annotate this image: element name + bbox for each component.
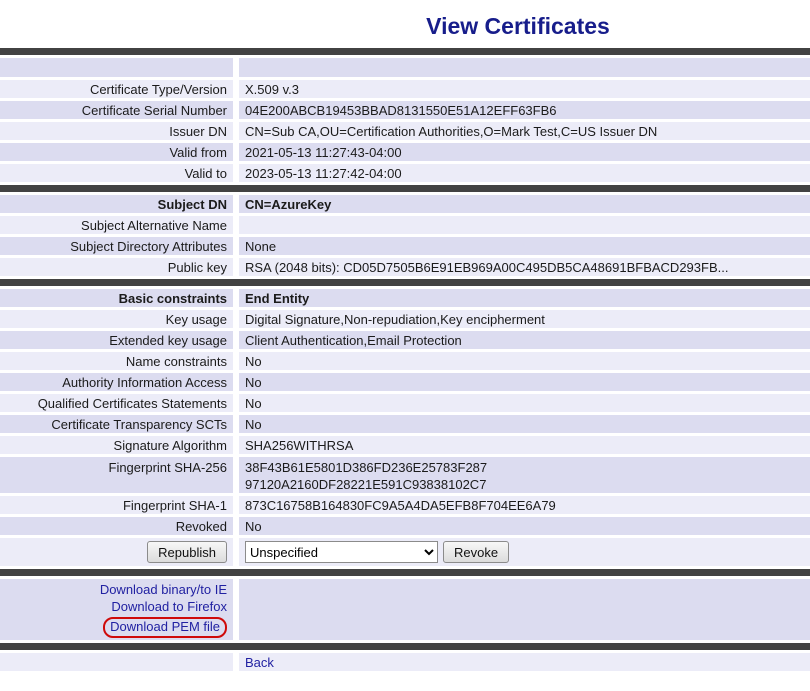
fingerprint-sha256-label: Fingerprint SHA-256 xyxy=(0,457,233,493)
key-usage-value: Digital Signature,Non-repudiation,Key en… xyxy=(239,310,810,328)
subject-directory-attributes-label: Subject Directory Attributes xyxy=(0,237,233,255)
row-certificate-serial-number: Certificate Serial Number 04E200ABCB1945… xyxy=(0,101,810,119)
valid-to-label: Valid to xyxy=(0,164,233,182)
authority-information-access-label: Authority Information Access xyxy=(0,373,233,391)
section-separator-downloads xyxy=(0,569,810,576)
page-title: View Certificates xyxy=(113,11,810,41)
revoked-label: Revoked xyxy=(0,517,233,535)
subject-alternative-name-label: Subject Alternative Name xyxy=(0,216,233,234)
fingerprint-sha1-value: 873C16758B164830FC9A5A4DA5EFB8F704EE6A79 xyxy=(239,496,810,514)
subject-dn-value: CN=AzureKey xyxy=(239,195,810,213)
valid-from-label: Valid from xyxy=(0,143,233,161)
download-firefox-link[interactable]: Download to Firefox xyxy=(6,599,227,615)
certificate-type-version-value: X.509 v.3 xyxy=(239,80,810,98)
certificate-transparency-scts-label: Certificate Transparency SCTs xyxy=(0,415,233,433)
spacer-cell-left xyxy=(0,58,233,77)
certificate-serial-number-label: Certificate Serial Number xyxy=(0,101,233,119)
name-constraints-label: Name constraints xyxy=(0,352,233,370)
extended-key-usage-value: Client Authentication,Email Protection xyxy=(239,331,810,349)
extended-key-usage-label: Extended key usage xyxy=(0,331,233,349)
row-certificate-transparency-scts: Certificate Transparency SCTs No xyxy=(0,415,810,433)
section-separator-constraints xyxy=(0,279,810,286)
downloads-empty-cell xyxy=(239,579,810,640)
republish-cell: Republish xyxy=(0,538,233,566)
separator-bar xyxy=(0,48,810,55)
back-empty-cell xyxy=(0,653,233,671)
row-fingerprint-sha256: Fingerprint SHA-256 38F43B61E5801D386FD2… xyxy=(0,457,810,493)
separator-bar xyxy=(0,569,810,576)
separator-bar xyxy=(0,279,810,286)
public-key-label: Public key xyxy=(0,258,233,276)
separator-bar xyxy=(0,643,810,650)
certificate-type-version-label: Certificate Type/Version xyxy=(0,80,233,98)
pem-annotation-ring: Download PEM file xyxy=(103,617,227,638)
back-link[interactable]: Back xyxy=(245,655,274,670)
key-usage-label: Key usage xyxy=(0,310,233,328)
download-links-cell: Download binary/to IE Download to Firefo… xyxy=(0,579,233,640)
row-valid-to: Valid to 2023-05-13 11:27:42-04:00 xyxy=(0,164,810,182)
public-key-value: RSA (2048 bits): CD05D7505B6E91EB969A00C… xyxy=(239,258,810,276)
row-fingerprint-sha1: Fingerprint SHA-1 873C16758B164830FC9A5A… xyxy=(0,496,810,514)
row-valid-from: Valid from 2021-05-13 11:27:43-04:00 xyxy=(0,143,810,161)
certificate-transparency-scts-value: No xyxy=(239,415,810,433)
back-cell: Back xyxy=(239,653,810,671)
row-downloads: Download binary/to IE Download to Firefo… xyxy=(0,579,810,640)
fingerprint-sha256-line1: 38F43B61E5801D386FD236E25783F287 xyxy=(245,459,804,476)
row-certificate-type-version: Certificate Type/Version X.509 v.3 xyxy=(0,80,810,98)
basic-constraints-value: End Entity xyxy=(239,289,810,307)
section-separator-footer xyxy=(0,643,810,650)
certificate-serial-number-value: 04E200ABCB19453BBAD8131550E51A12EFF63FB6 xyxy=(239,101,810,119)
subject-alternative-name-value xyxy=(239,216,810,234)
row-revoked: Revoked No xyxy=(0,517,810,535)
header-spacer-row xyxy=(0,58,810,77)
issuer-dn-value: CN=Sub CA,OU=Certification Authorities,O… xyxy=(239,122,810,140)
separator-bar xyxy=(0,185,810,192)
row-back: Back xyxy=(0,653,810,671)
spacer-cell-right xyxy=(239,58,810,77)
certificate-details-table: Certificate Type/Version X.509 v.3 Certi… xyxy=(0,45,810,674)
fingerprint-sha1-label: Fingerprint SHA-1 xyxy=(0,496,233,514)
download-binary-ie-link[interactable]: Download binary/to IE xyxy=(6,582,227,598)
qualified-certificates-statements-value: No xyxy=(239,394,810,412)
valid-from-value: 2021-05-13 11:27:43-04:00 xyxy=(239,143,810,161)
row-name-constraints: Name constraints No xyxy=(0,352,810,370)
row-extended-key-usage: Extended key usage Client Authentication… xyxy=(0,331,810,349)
row-actions: Republish Unspecified Revoke xyxy=(0,538,810,566)
row-subject-alternative-name: Subject Alternative Name xyxy=(0,216,810,234)
row-key-usage: Key usage Digital Signature,Non-repudiat… xyxy=(0,310,810,328)
row-issuer-dn: Issuer DN CN=Sub CA,OU=Certification Aut… xyxy=(0,122,810,140)
row-authority-information-access: Authority Information Access No xyxy=(0,373,810,391)
authority-information-access-value: No xyxy=(239,373,810,391)
row-signature-algorithm: Signature Algorithm SHA256WITHRSA xyxy=(0,436,810,454)
subject-directory-attributes-value: None xyxy=(239,237,810,255)
revoke-button[interactable]: Revoke xyxy=(443,541,509,563)
row-basic-constraints: Basic constraints End Entity xyxy=(0,289,810,307)
republish-button[interactable]: Republish xyxy=(147,541,227,563)
basic-constraints-label: Basic constraints xyxy=(0,289,233,307)
qualified-certificates-statements-label: Qualified Certificates Statements xyxy=(0,394,233,412)
revoke-cell: Unspecified Revoke xyxy=(239,538,810,566)
row-qualified-certificates-statements: Qualified Certificates Statements No xyxy=(0,394,810,412)
name-constraints-value: No xyxy=(239,352,810,370)
signature-algorithm-label: Signature Algorithm xyxy=(0,436,233,454)
signature-algorithm-value: SHA256WITHRSA xyxy=(239,436,810,454)
row-subject-directory-attributes: Subject Directory Attributes None xyxy=(0,237,810,255)
download-pem-link[interactable]: Download PEM file xyxy=(110,619,220,634)
revocation-reason-select[interactable]: Unspecified xyxy=(245,541,438,563)
issuer-dn-label: Issuer DN xyxy=(0,122,233,140)
valid-to-value: 2023-05-13 11:27:42-04:00 xyxy=(239,164,810,182)
revoked-value: No xyxy=(239,517,810,535)
row-subject-dn: Subject DN CN=AzureKey xyxy=(0,195,810,213)
row-public-key: Public key RSA (2048 bits): CD05D7505B6E… xyxy=(0,258,810,276)
fingerprint-sha256-line2: 97120A2160DF28221E591C93838102C7 xyxy=(245,476,804,493)
section-separator-top xyxy=(0,48,810,55)
section-separator-subject xyxy=(0,185,810,192)
subject-dn-label: Subject DN xyxy=(0,195,233,213)
fingerprint-sha256-value: 38F43B61E5801D386FD236E25783F287 97120A2… xyxy=(239,457,810,493)
